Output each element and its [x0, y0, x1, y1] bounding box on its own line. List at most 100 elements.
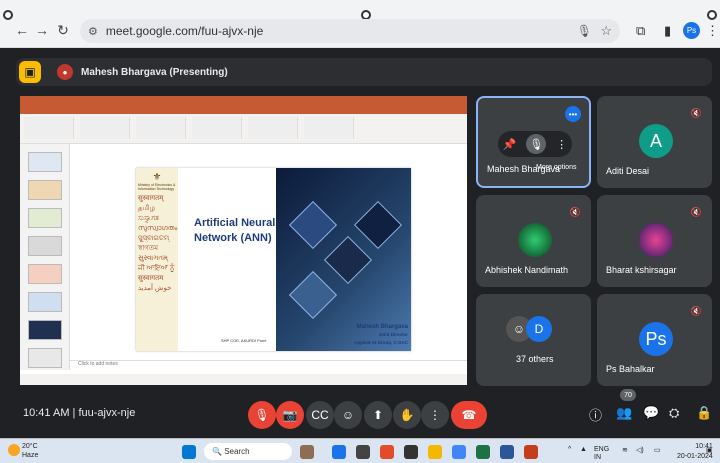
- notes-pane[interactable]: Click to add notes: [70, 360, 467, 370]
- side-panel-icon[interactable]: ▮: [664, 23, 671, 39]
- windows-taskbar: 20°C Haze 🔍 Search ^ ▲ ENG IN ≋ ◁) ▭ 10:…: [0, 438, 720, 463]
- excel-icon[interactable]: [476, 445, 490, 459]
- language-indicator[interactable]: ENG IN: [594, 446, 609, 462]
- weather-widget[interactable]: 20°C Haze: [22, 442, 38, 460]
- slide-thumbnails: [20, 144, 70, 370]
- host-controls-icon[interactable]: 🔒: [696, 405, 712, 421]
- powerpoint-icon[interactable]: [524, 445, 538, 459]
- graphic-tile: [288, 200, 338, 250]
- volume-icon[interactable]: ◁): [636, 446, 644, 454]
- word-icon[interactable]: [500, 445, 514, 459]
- profile-avatar[interactable]: Ps: [683, 22, 700, 39]
- mic-toggle-button[interactable]: 🎙: [248, 401, 276, 429]
- presenter-group: Applied AI Group, C-DAC: [354, 340, 408, 345]
- wifi-icon[interactable]: ≋: [622, 446, 628, 454]
- address-bar[interactable]: ⚙ meet.google.com/fuu-ajvx-nje 🎙 ☆: [80, 19, 620, 43]
- mic-off-icon: 🔇: [690, 207, 702, 217]
- ministry-text: Ministry of Electronics & Information Te…: [138, 183, 176, 191]
- captions-button[interactable]: CC: [306, 401, 334, 429]
- taskbar-app-icon[interactable]: [300, 445, 314, 459]
- window-handle-left[interactable]: [3, 10, 13, 20]
- tray-chevron-icon[interactable]: ^: [568, 446, 571, 453]
- participant-tile-bharat[interactable]: 🔇 Bharat kshirsagar: [597, 195, 712, 287]
- participant-avatar: D: [526, 316, 552, 342]
- file-explorer-icon[interactable]: [428, 445, 442, 459]
- participant-name: Abhishek Nandimath: [485, 265, 569, 275]
- camera-toggle-button[interactable]: 📷: [276, 401, 304, 429]
- notification-icon[interactable]: ▣: [706, 446, 713, 454]
- extensions-icon[interactable]: ⧉: [636, 23, 645, 39]
- voice-search-icon[interactable]: 🎙: [577, 24, 592, 38]
- meet-stage: ▣ ● Mahesh Bhargava (Presenting) ⚜ Minis…: [0, 48, 720, 438]
- meeting-controls: 10:41 AM | fuu-ajvx-nje 🎙 📷 CC ☺ ⬆ ✋ ⋮ ☎…: [0, 389, 720, 435]
- more-options-button[interactable]: ⋮: [421, 401, 449, 429]
- slide-thumbnail: [28, 236, 62, 256]
- raise-hand-button[interactable]: ✋: [393, 401, 421, 429]
- window-handle-right[interactable]: [707, 10, 717, 20]
- participant-tile-mahesh[interactable]: ••• 📌 🎙 ⋮ More options Mahesh Bhargava: [476, 96, 591, 188]
- participant-name: 37 others: [516, 354, 554, 364]
- participant-name: Aditi Desai: [606, 166, 650, 176]
- graphic-tile: [323, 235, 373, 285]
- graphic-tile: [353, 200, 403, 250]
- site-info-icon[interactable]: ⚙: [88, 25, 98, 38]
- taskbar-app-icon[interactable]: [380, 445, 394, 459]
- mic-off-icon: 🔇: [569, 207, 581, 217]
- weather-icon: [8, 444, 20, 456]
- url-text: meet.google.com/fuu-ajvx-nje: [105, 24, 264, 38]
- lang-text: सुस्वागतम: [138, 275, 164, 282]
- meeting-info: 10:41 AM | fuu-ajvx-nje: [23, 407, 135, 419]
- chat-icon[interactable]: 💬: [643, 405, 659, 421]
- lang-text: സുസ്വാഗതം: [138, 225, 178, 232]
- forward-icon[interactable]: →: [34, 22, 50, 38]
- participant-avatar: [518, 223, 552, 257]
- powerpoint-ribbon: [20, 114, 467, 144]
- participant-tile-others[interactable]: ☺ D 37 others: [476, 294, 591, 386]
- battery-icon[interactable]: ▭: [654, 446, 661, 454]
- taskbar-app-icon[interactable]: [404, 445, 418, 459]
- search-icon: 🔍: [212, 447, 225, 456]
- present-button[interactable]: ⬆: [364, 401, 392, 429]
- kebab-icon[interactable]: ⋮: [556, 138, 567, 151]
- browser-toolbar: ← → ↻ ⚙ meet.google.com/fuu-ajvx-nje 🎙 ☆…: [0, 0, 720, 48]
- chrome-icon[interactable]: [452, 445, 466, 459]
- browser-menu-icon[interactable]: ⋮: [706, 23, 719, 39]
- ribbon-group: [80, 117, 130, 139]
- more-options-icon[interactable]: •••: [565, 106, 581, 122]
- participant-tile-ps[interactable]: 🔇 Ps Ps Bahalkar: [597, 294, 712, 386]
- mic-off-icon: 🔇: [690, 108, 702, 118]
- lang-text: સુસ્વાગતમ્: [138, 255, 168, 262]
- bookmark-star-icon[interactable]: ☆: [600, 23, 612, 39]
- presenting-banner: ▣ ● Mahesh Bhargava (Presenting): [16, 58, 712, 86]
- taskbar-search[interactable]: 🔍 Search: [204, 443, 292, 460]
- pin-icon[interactable]: 📌: [503, 138, 517, 151]
- participant-avatar: Ps: [639, 322, 673, 356]
- meeting-details-icon[interactable]: ⓘ: [589, 405, 602, 424]
- taskbar-app-icon[interactable]: [332, 445, 346, 459]
- taskbar-app-icon[interactable]: [356, 445, 370, 459]
- activities-icon[interactable]: ⛭: [669, 405, 679, 421]
- lang-text: ସୁସ୍ବାଗତମ୍: [138, 235, 170, 242]
- presentation-icon[interactable]: ▣: [19, 61, 41, 83]
- reload-icon[interactable]: ↻: [55, 22, 71, 39]
- presenter-name: Mahesh Bhargava: [356, 324, 408, 330]
- emoji-button[interactable]: ☺: [334, 401, 362, 429]
- presenting-title: Mahesh Bhargava (Presenting): [81, 66, 228, 78]
- participant-tile-aditi[interactable]: 🔇 A Aditi Desai: [597, 96, 712, 188]
- people-icon[interactable]: 👥: [616, 405, 632, 421]
- participant-count: 70: [620, 389, 636, 401]
- windows-start-icon[interactable]: [182, 445, 196, 459]
- slide-thumbnail: [28, 152, 62, 172]
- back-icon[interactable]: ←: [14, 22, 30, 38]
- ribbon-group: [304, 117, 354, 139]
- slide-thumbnail: [28, 264, 62, 284]
- leave-call-button[interactable]: ☎: [451, 401, 487, 429]
- powerpoint-statusbar: [20, 374, 467, 385]
- alert-icon[interactable]: ▲: [580, 446, 587, 453]
- lang-text: ಸುಸ್ವಾಗತ: [138, 215, 159, 222]
- participant-tile-abhishek[interactable]: 🔇 Abhishek Nandimath: [476, 195, 591, 287]
- lang-text: ਜੀ ਆਇਆਂ ਨੂੰ: [138, 265, 175, 272]
- slide-language-panel: ⚜ Ministry of Electronics & Information …: [136, 168, 178, 351]
- mic-icon[interactable]: 🎙: [526, 134, 547, 154]
- meeting-time: 10:41 AM: [23, 407, 70, 419]
